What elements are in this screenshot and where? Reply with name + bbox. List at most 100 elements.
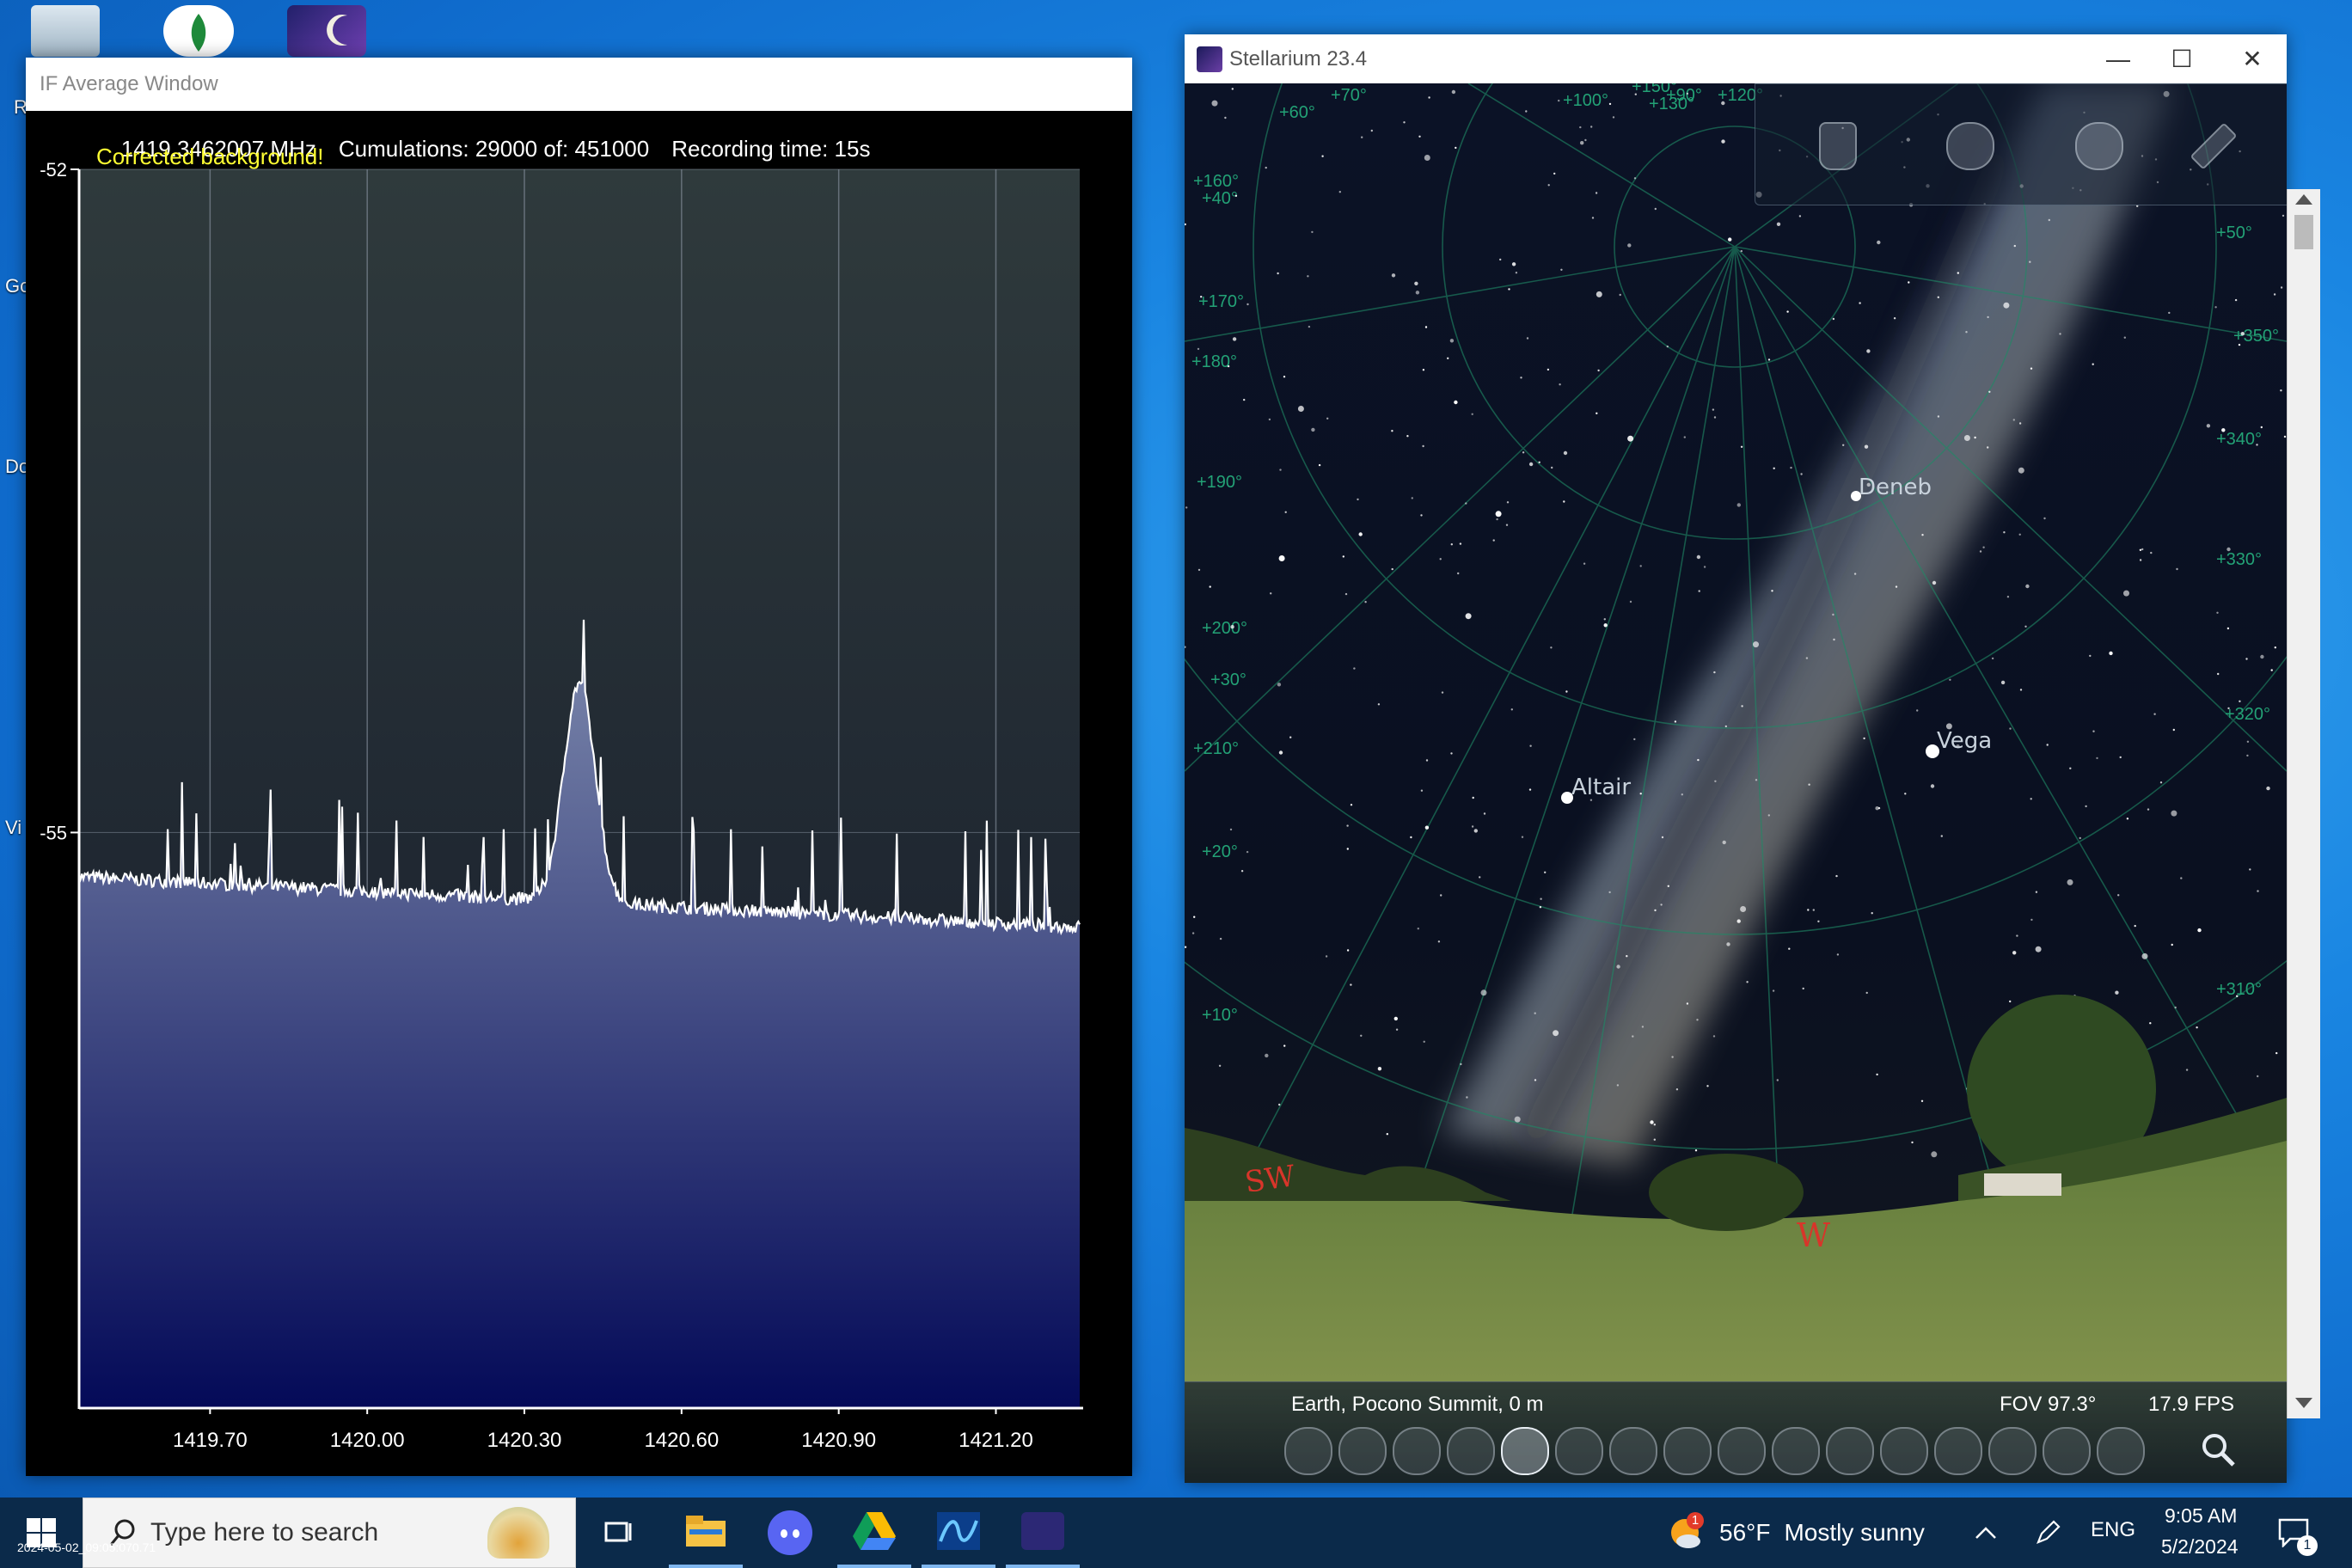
background-star [1957,272,1959,274]
background-star [1346,824,1349,827]
pen-button[interactable] [2029,1498,2067,1568]
satellites-icon[interactable] [1826,1427,1874,1475]
background-star [1268,418,1271,421]
background-star [1974,436,1976,439]
discord-button[interactable] [753,1498,827,1568]
cardinal-points-icon[interactable] [1663,1427,1712,1475]
stellarium-taskbar-button[interactable] [1006,1498,1080,1568]
background-star [1311,230,1314,234]
language-indicator[interactable]: ENG [2091,1518,2135,1542]
weather-widget[interactable]: 1 56°F Mostly sunny [1668,1498,1951,1568]
fullscreen-icon[interactable] [1880,1427,1928,1475]
grid-coordinate-label: +70° [1331,86,1367,105]
close-button[interactable]: ✕ [2221,34,2283,83]
stellarium-desktop-icon[interactable] [287,5,366,57]
background-star [1681,793,1683,796]
minimize-button[interactable]: — [2087,34,2149,83]
grid-coordinate-label: +210° [1193,739,1239,758]
background-star [1632,1035,1634,1038]
target-icon[interactable] [2075,122,2123,170]
nebulae-icon[interactable] [1718,1427,1766,1475]
azimuthal-grid-icon[interactable] [1501,1427,1549,1475]
scroll-down-arrow[interactable] [2295,1398,2312,1408]
stellarium-window[interactable]: Stellarium 23.4 — ☐ ✕ +60° +70° +40° +30… [1185,34,2287,1483]
background-star [1338,191,1341,193]
background-star [1619,293,1621,297]
background-star [1277,683,1282,687]
background-star [2280,286,2283,289]
background-star [1930,784,1935,788]
background-star [2238,343,2241,346]
background-star [1626,955,1628,958]
search-icon[interactable] [2196,1427,2240,1472]
recycle-bin-icon[interactable] [31,5,100,57]
background-star [1227,364,1230,368]
scroll-up-arrow[interactable] [2295,194,2312,205]
clock-date[interactable]: 5/2/2024 [2161,1535,2239,1559]
sdr-app-button[interactable] [922,1498,995,1568]
background-star [1661,836,1664,839]
if-window-titlebar[interactable]: IF Average Window [26,58,1132,111]
mongodb-compass-icon[interactable] [163,5,234,57]
background-star [1520,377,1522,379]
constellation-art-icon[interactable] [1393,1427,1441,1475]
taskbar-search-box[interactable]: Type here to search [83,1498,576,1568]
show-hidden-icons-button[interactable] [1969,1498,2003,1568]
background-star [2123,336,2126,339]
google-drive-icon [853,1512,896,1550]
constellation-lines-icon[interactable] [1284,1427,1332,1475]
background-star [1686,92,1689,95]
background-star [1325,955,1328,958]
meteor-icon[interactable] [2097,1427,2145,1475]
background-star [1209,585,1211,588]
background-star [1866,349,1871,353]
night-mode-icon[interactable] [1934,1427,1982,1475]
stellarium-titlebar[interactable]: Stellarium 23.4 — ☐ ✕ [1185,34,2287,83]
background-star [1667,885,1669,887]
background-star [2117,894,2120,897]
wrench-icon[interactable] [2190,122,2238,170]
maximize-button[interactable]: ☐ [2151,34,2213,83]
altair-label: Altair [1571,775,1631,800]
window-icon[interactable] [1946,122,1994,170]
trash-icon[interactable] [1819,122,1857,170]
background-star [1853,573,1857,575]
if-average-window[interactable]: IF Average Window 1419.3462007 MHz Cumula… [26,58,1132,1476]
compass-w: W [1797,1216,1830,1254]
background-star [2226,627,2230,630]
planets-icon[interactable] [1772,1427,1820,1475]
background-star [1499,258,1502,261]
background-star [1450,752,1453,755]
background-star [2024,625,2027,628]
clock-time[interactable]: 9:05 AM [2165,1504,2237,1528]
file-explorer-button[interactable] [669,1498,743,1568]
background-star [1721,101,1725,106]
sky-view[interactable]: +60° +70° +40° +30° +20° +10° +180° +190° +200° +… [1185,83,2287,1483]
background-star [1278,750,1283,755]
grid-coordinate-label: +30° [1210,671,1246,689]
constellation-labels-icon[interactable] [1338,1427,1387,1475]
background-star [1713,671,1716,674]
background-star [2025,584,2030,589]
grid-coordinate-label: +340° [2216,430,2262,449]
window-mode-icon[interactable] [1988,1427,2037,1475]
task-view-button[interactable] [585,1498,653,1568]
background-star [1353,667,1356,670]
grid-coordinate-label: +310° [2216,980,2262,999]
scroll-thumb[interactable] [2294,215,2313,249]
background-star [1423,1040,1425,1044]
galaxy-icon[interactable] [2043,1427,2091,1475]
equatorial-grid-icon[interactable] [1447,1427,1495,1475]
notification-center-button[interactable]: 1 [2266,1498,2321,1568]
ground-icon[interactable] [1555,1427,1603,1475]
background-star [2239,700,2241,702]
background-star [1949,678,1951,681]
stellarium-scrollbar-strip[interactable] [2287,189,2320,1418]
background-star [1558,99,1560,102]
google-drive-button[interactable] [837,1498,911,1568]
background-star [1422,369,1425,371]
y-tick-label: -52 [40,161,67,181]
background-star [1563,450,1568,456]
start-button[interactable] [0,1498,83,1568]
atmosphere-icon[interactable] [1609,1427,1657,1475]
